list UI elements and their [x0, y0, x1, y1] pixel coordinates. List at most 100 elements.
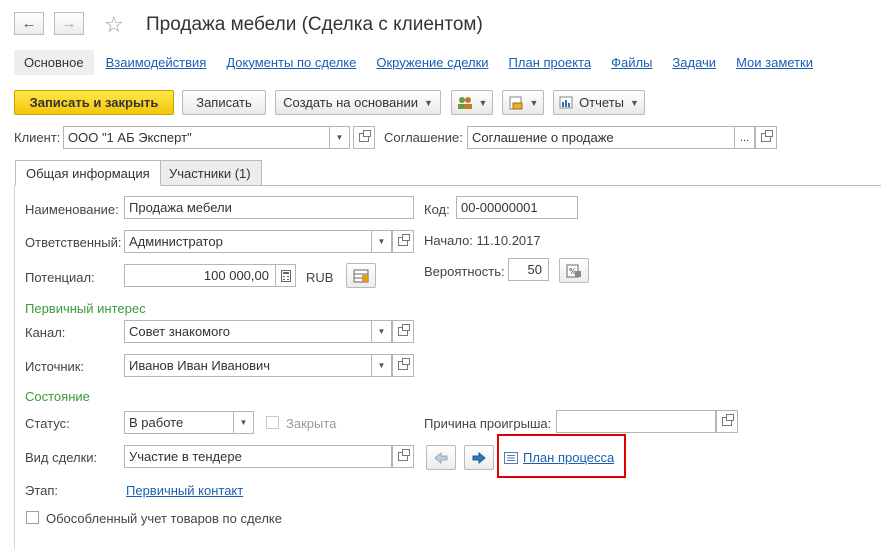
responsible-open-button[interactable] [392, 230, 414, 253]
client-open-button[interactable] [353, 126, 375, 149]
users-icon [457, 96, 472, 109]
source-label: Источник: [25, 359, 85, 374]
open-icon [398, 449, 410, 461]
open-icon [398, 358, 410, 370]
open-icon [761, 130, 773, 142]
status-label: Статус: [25, 416, 70, 431]
nav-tab-notes[interactable]: Мои заметки [736, 55, 813, 70]
primary-interest-section: Первичный интерес [25, 301, 146, 316]
separate-accounting-checkbox[interactable] [26, 511, 39, 524]
potential-label: Потенциал: [25, 270, 95, 285]
caret-down-icon: ▼ [239, 418, 248, 427]
loss-reason-open-button[interactable] [716, 410, 738, 433]
arrow-right-icon: → [61, 15, 77, 32]
nav-tab-tasks[interactable]: Задачи [672, 55, 716, 70]
channel-field[interactable]: Совет знакомого [124, 320, 372, 343]
open-icon [398, 324, 410, 336]
percent-calc-icon: % [566, 264, 581, 277]
closed-checkbox[interactable] [266, 416, 279, 429]
stage-label: Этап: [25, 483, 59, 498]
panel-border [14, 185, 15, 549]
status-dropdown-button[interactable]: ▼ [234, 411, 254, 434]
channel-dropdown-button[interactable]: ▼ [372, 320, 392, 343]
nav-tab-interactions[interactable]: Взаимодействия [106, 55, 207, 70]
source-open-button[interactable] [392, 354, 414, 377]
stage-link[interactable]: Первичный контакт [126, 483, 243, 498]
arrow-left-icon: ← [21, 15, 37, 32]
open-icon [398, 234, 410, 246]
document-print-icon [509, 96, 523, 109]
calculator-icon [280, 269, 291, 282]
loss-reason-field[interactable] [556, 410, 716, 433]
agreement-field[interactable]: Соглашение о продаже [467, 126, 735, 149]
nav-tab-project-plan[interactable]: План проекта [509, 55, 592, 70]
caret-down-icon: ▼ [377, 327, 386, 336]
probability-label: Вероятность: [424, 264, 505, 279]
page-title: Продажа мебели (Сделка с клиентом) [146, 14, 483, 35]
open-icon [359, 130, 371, 142]
arrow-left-icon [434, 451, 448, 464]
caret-down-icon: ▼ [478, 97, 488, 108]
save-button[interactable]: Записать [182, 90, 266, 115]
source-dropdown-button[interactable]: ▼ [372, 354, 392, 377]
nav-tab-documents[interactable]: Документы по сделке [226, 55, 356, 70]
nav-tab-environment[interactable]: Окружение сделки [376, 55, 488, 70]
report-chart-icon [559, 96, 573, 109]
table-icon [353, 269, 369, 282]
caret-down-icon: ▼ [630, 97, 639, 108]
agreement-label: Соглашение: [384, 130, 463, 145]
potential-field[interactable]: 100 000,00 [124, 264, 276, 287]
client-dropdown-button[interactable]: ▼ [330, 126, 350, 149]
responsible-field[interactable]: Администратор [124, 230, 372, 253]
state-section: Состояние [25, 389, 90, 404]
source-field[interactable]: Иванов Иван Иванович [124, 354, 372, 377]
section-nav: Основное Взаимодействия Документы по сде… [14, 49, 813, 75]
caret-down-icon: ▼ [335, 133, 344, 142]
deal-type-open-button[interactable] [392, 445, 414, 468]
client-field[interactable]: ООО "1 АБ Эксперт" [63, 126, 330, 149]
loss-reason-label: Причина проигрыша: [424, 416, 552, 431]
status-field[interactable]: В работе [124, 411, 234, 434]
users-menu-button[interactable]: ▼ [451, 90, 493, 115]
nav-tab-files[interactable]: Файлы [611, 55, 652, 70]
prev-stage-button[interactable] [426, 445, 456, 470]
create-based-on-button[interactable]: Создать на основании ▼ [275, 90, 441, 115]
next-stage-button[interactable] [464, 445, 494, 470]
reports-button[interactable]: Отчеты ▼ [553, 90, 645, 115]
print-menu-button[interactable]: ▼ [502, 90, 544, 115]
channel-label: Канал: [25, 325, 66, 340]
start-date-text: Начало: 11.10.2017 [424, 233, 541, 248]
deal-type-field[interactable]: Участие в тендере [124, 445, 392, 468]
deal-type-label: Вид сделки: [25, 450, 98, 465]
responsible-label: Ответственный: [25, 235, 122, 250]
caret-down-icon: ▼ [377, 237, 386, 246]
favorite-star-icon[interactable]: ☆ [104, 12, 124, 38]
code-field[interactable]: 00-00000001 [456, 196, 578, 219]
agreement-select-button[interactable]: ... [735, 126, 755, 149]
arrow-right-icon [472, 451, 486, 464]
forward-button[interactable]: → [54, 12, 84, 35]
caret-down-icon: ▼ [377, 361, 386, 370]
currency-select-button[interactable] [346, 263, 376, 288]
caret-down-icon: ▼ [529, 97, 539, 108]
separate-accounting-label: Обособленный учет товаров по сделке [46, 511, 282, 526]
open-icon [722, 414, 734, 426]
probability-field[interactable]: 50 [508, 258, 549, 281]
calculator-button[interactable] [276, 264, 296, 287]
tab-participants[interactable]: Участники (1) [158, 160, 262, 186]
name-field[interactable]: Продажа мебели [124, 196, 414, 219]
agreement-open-button[interactable] [755, 126, 777, 149]
tab-general-info[interactable]: Общая информация [15, 160, 161, 186]
caret-down-icon: ▼ [423, 97, 433, 108]
name-label: Наименование: [25, 202, 119, 217]
probability-calc-button[interactable]: % [559, 258, 589, 283]
responsible-dropdown-button[interactable]: ▼ [372, 230, 392, 253]
closed-label: Закрыта [286, 416, 337, 431]
highlight-box [497, 434, 626, 478]
back-button[interactable]: ← [14, 12, 44, 35]
nav-tab-main[interactable]: Основное [14, 49, 94, 75]
save-and-close-button[interactable]: Записать и закрыть [14, 90, 174, 115]
code-label: Код: [424, 202, 450, 217]
client-label: Клиент: [14, 130, 61, 145]
channel-open-button[interactable] [392, 320, 414, 343]
